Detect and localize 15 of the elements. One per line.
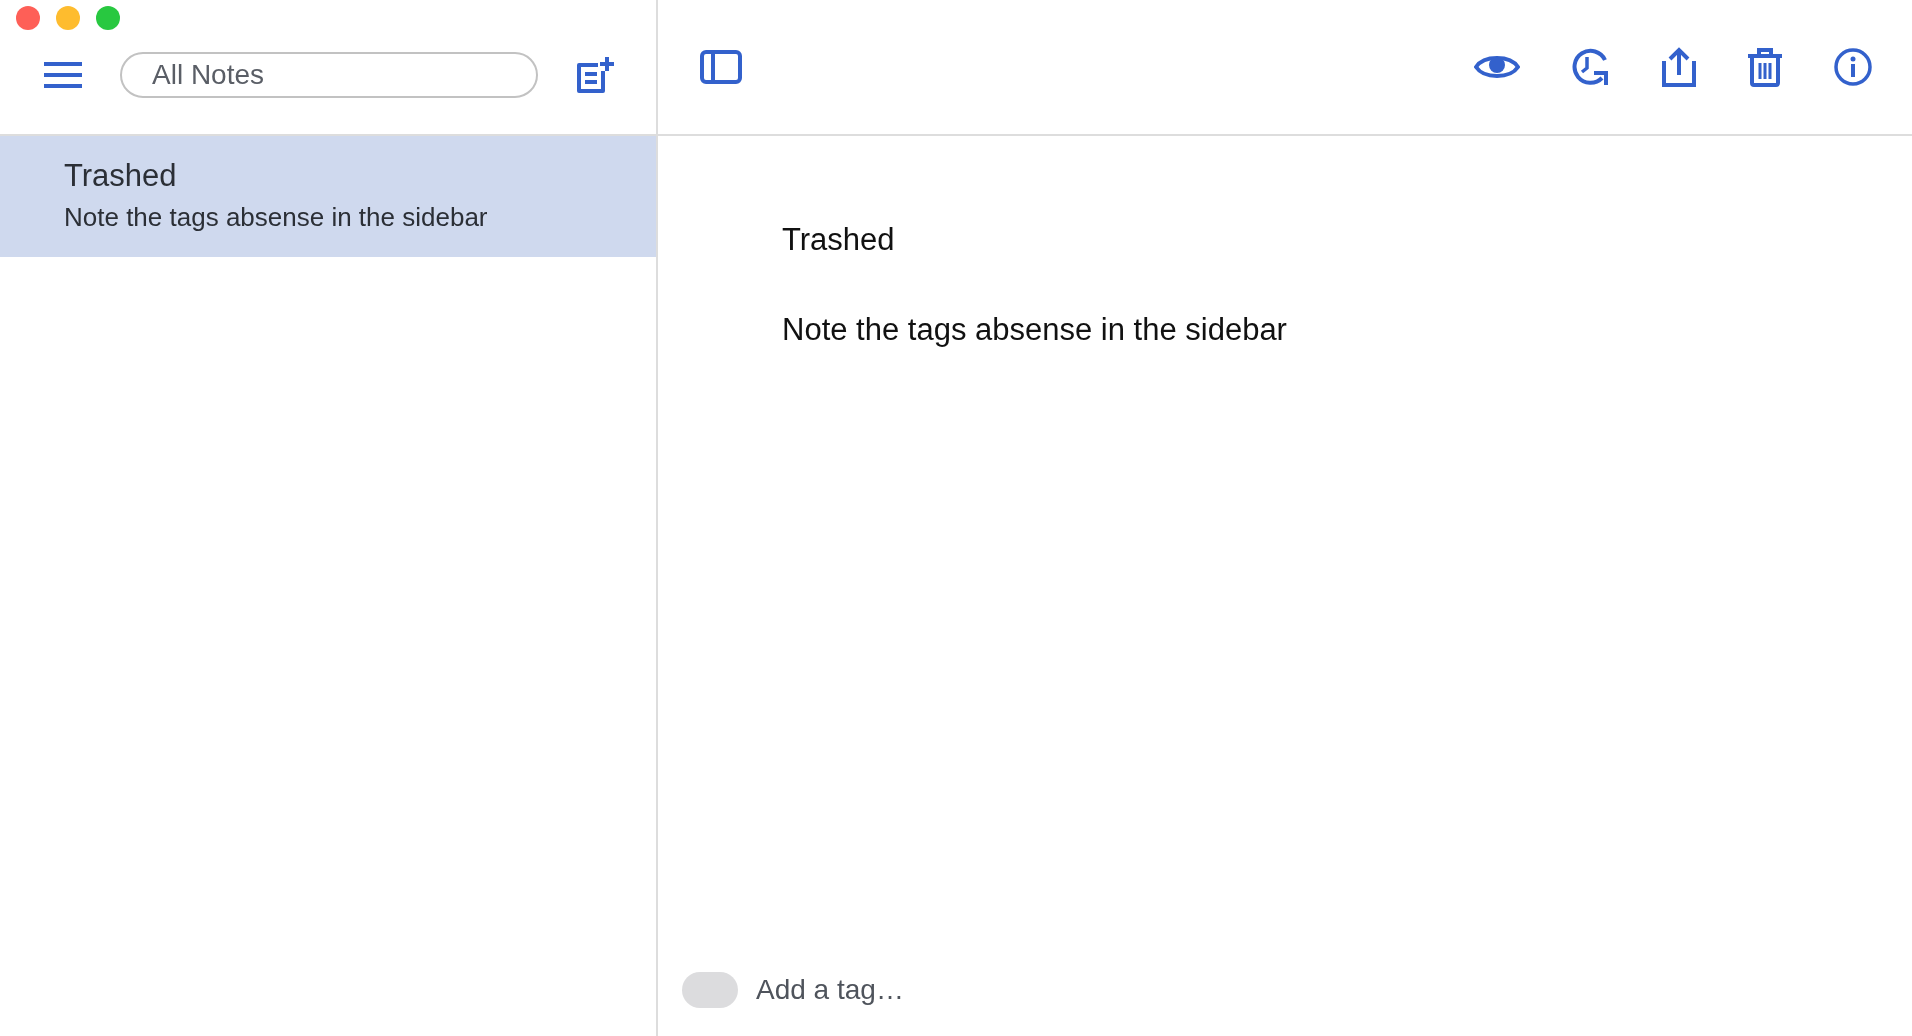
note-heading: Trashed <box>782 222 896 258</box>
note-preview: Note the tags absense in the sidebar <box>64 202 489 233</box>
note-title: Trashed <box>64 158 178 194</box>
history-icon[interactable] <box>1572 48 1610 86</box>
search-field[interactable]: All Notes <box>120 52 538 98</box>
share-icon[interactable] <box>1662 47 1696 87</box>
window-control[interactable] <box>16 6 40 30</box>
trash-icon[interactable] <box>1748 47 1782 87</box>
menu-icon[interactable] <box>44 62 82 88</box>
new-note-icon[interactable] <box>576 55 616 95</box>
info-icon[interactable] <box>1834 48 1872 86</box>
tag-pill <box>682 972 738 1008</box>
note-list-item[interactable]: Trashed Note the tags absense in the sidebar <box>0 136 656 257</box>
sidebar-toggle-icon[interactable] <box>700 50 742 84</box>
note-body: Note the tags absense in the sidebar <box>782 312 1288 348</box>
